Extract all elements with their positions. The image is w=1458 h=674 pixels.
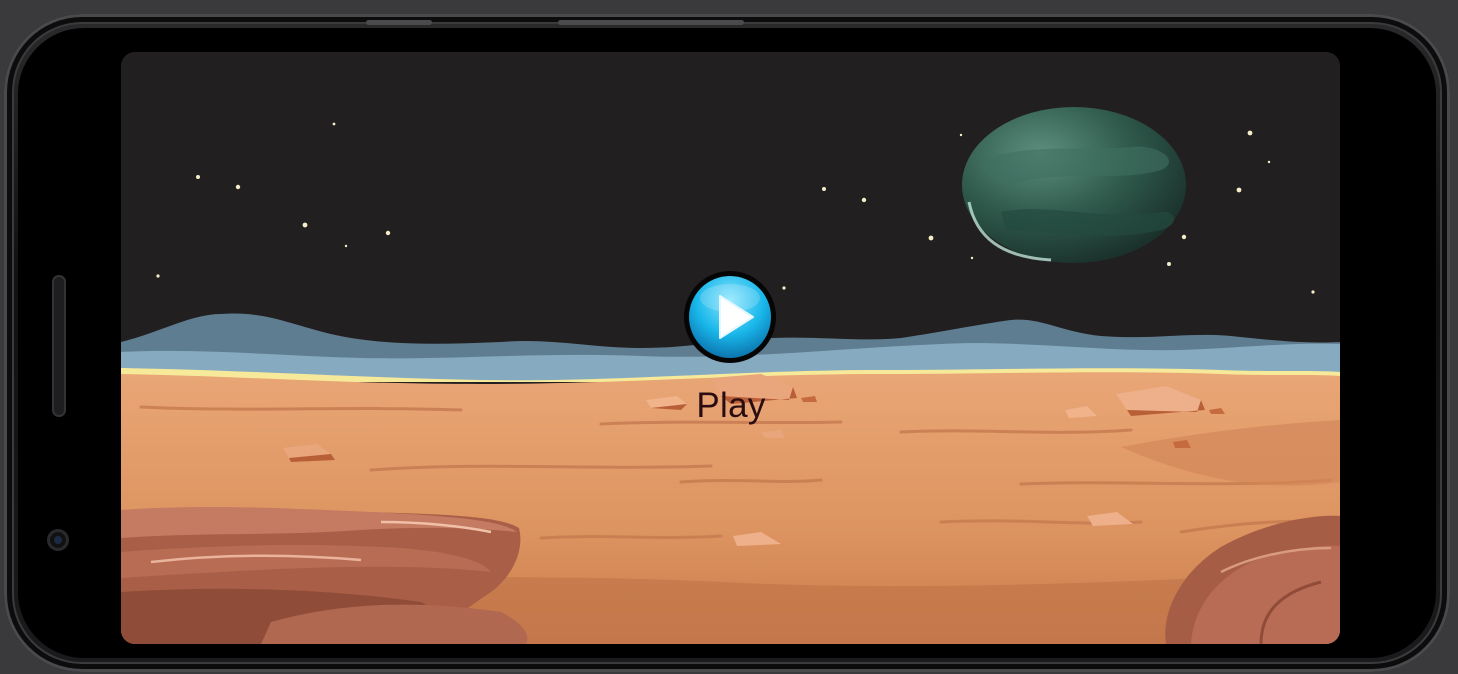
play-button[interactable] xyxy=(683,270,777,364)
play-triangle-icon xyxy=(684,271,776,363)
planet-icon xyxy=(962,107,1186,263)
speaker-grille xyxy=(52,275,66,417)
front-camera xyxy=(47,529,69,551)
power-button xyxy=(558,20,744,25)
game-screen: Play xyxy=(121,52,1340,644)
volume-button xyxy=(366,20,432,25)
foreground-cliff xyxy=(121,506,528,644)
play-label[interactable]: Play xyxy=(681,386,781,426)
